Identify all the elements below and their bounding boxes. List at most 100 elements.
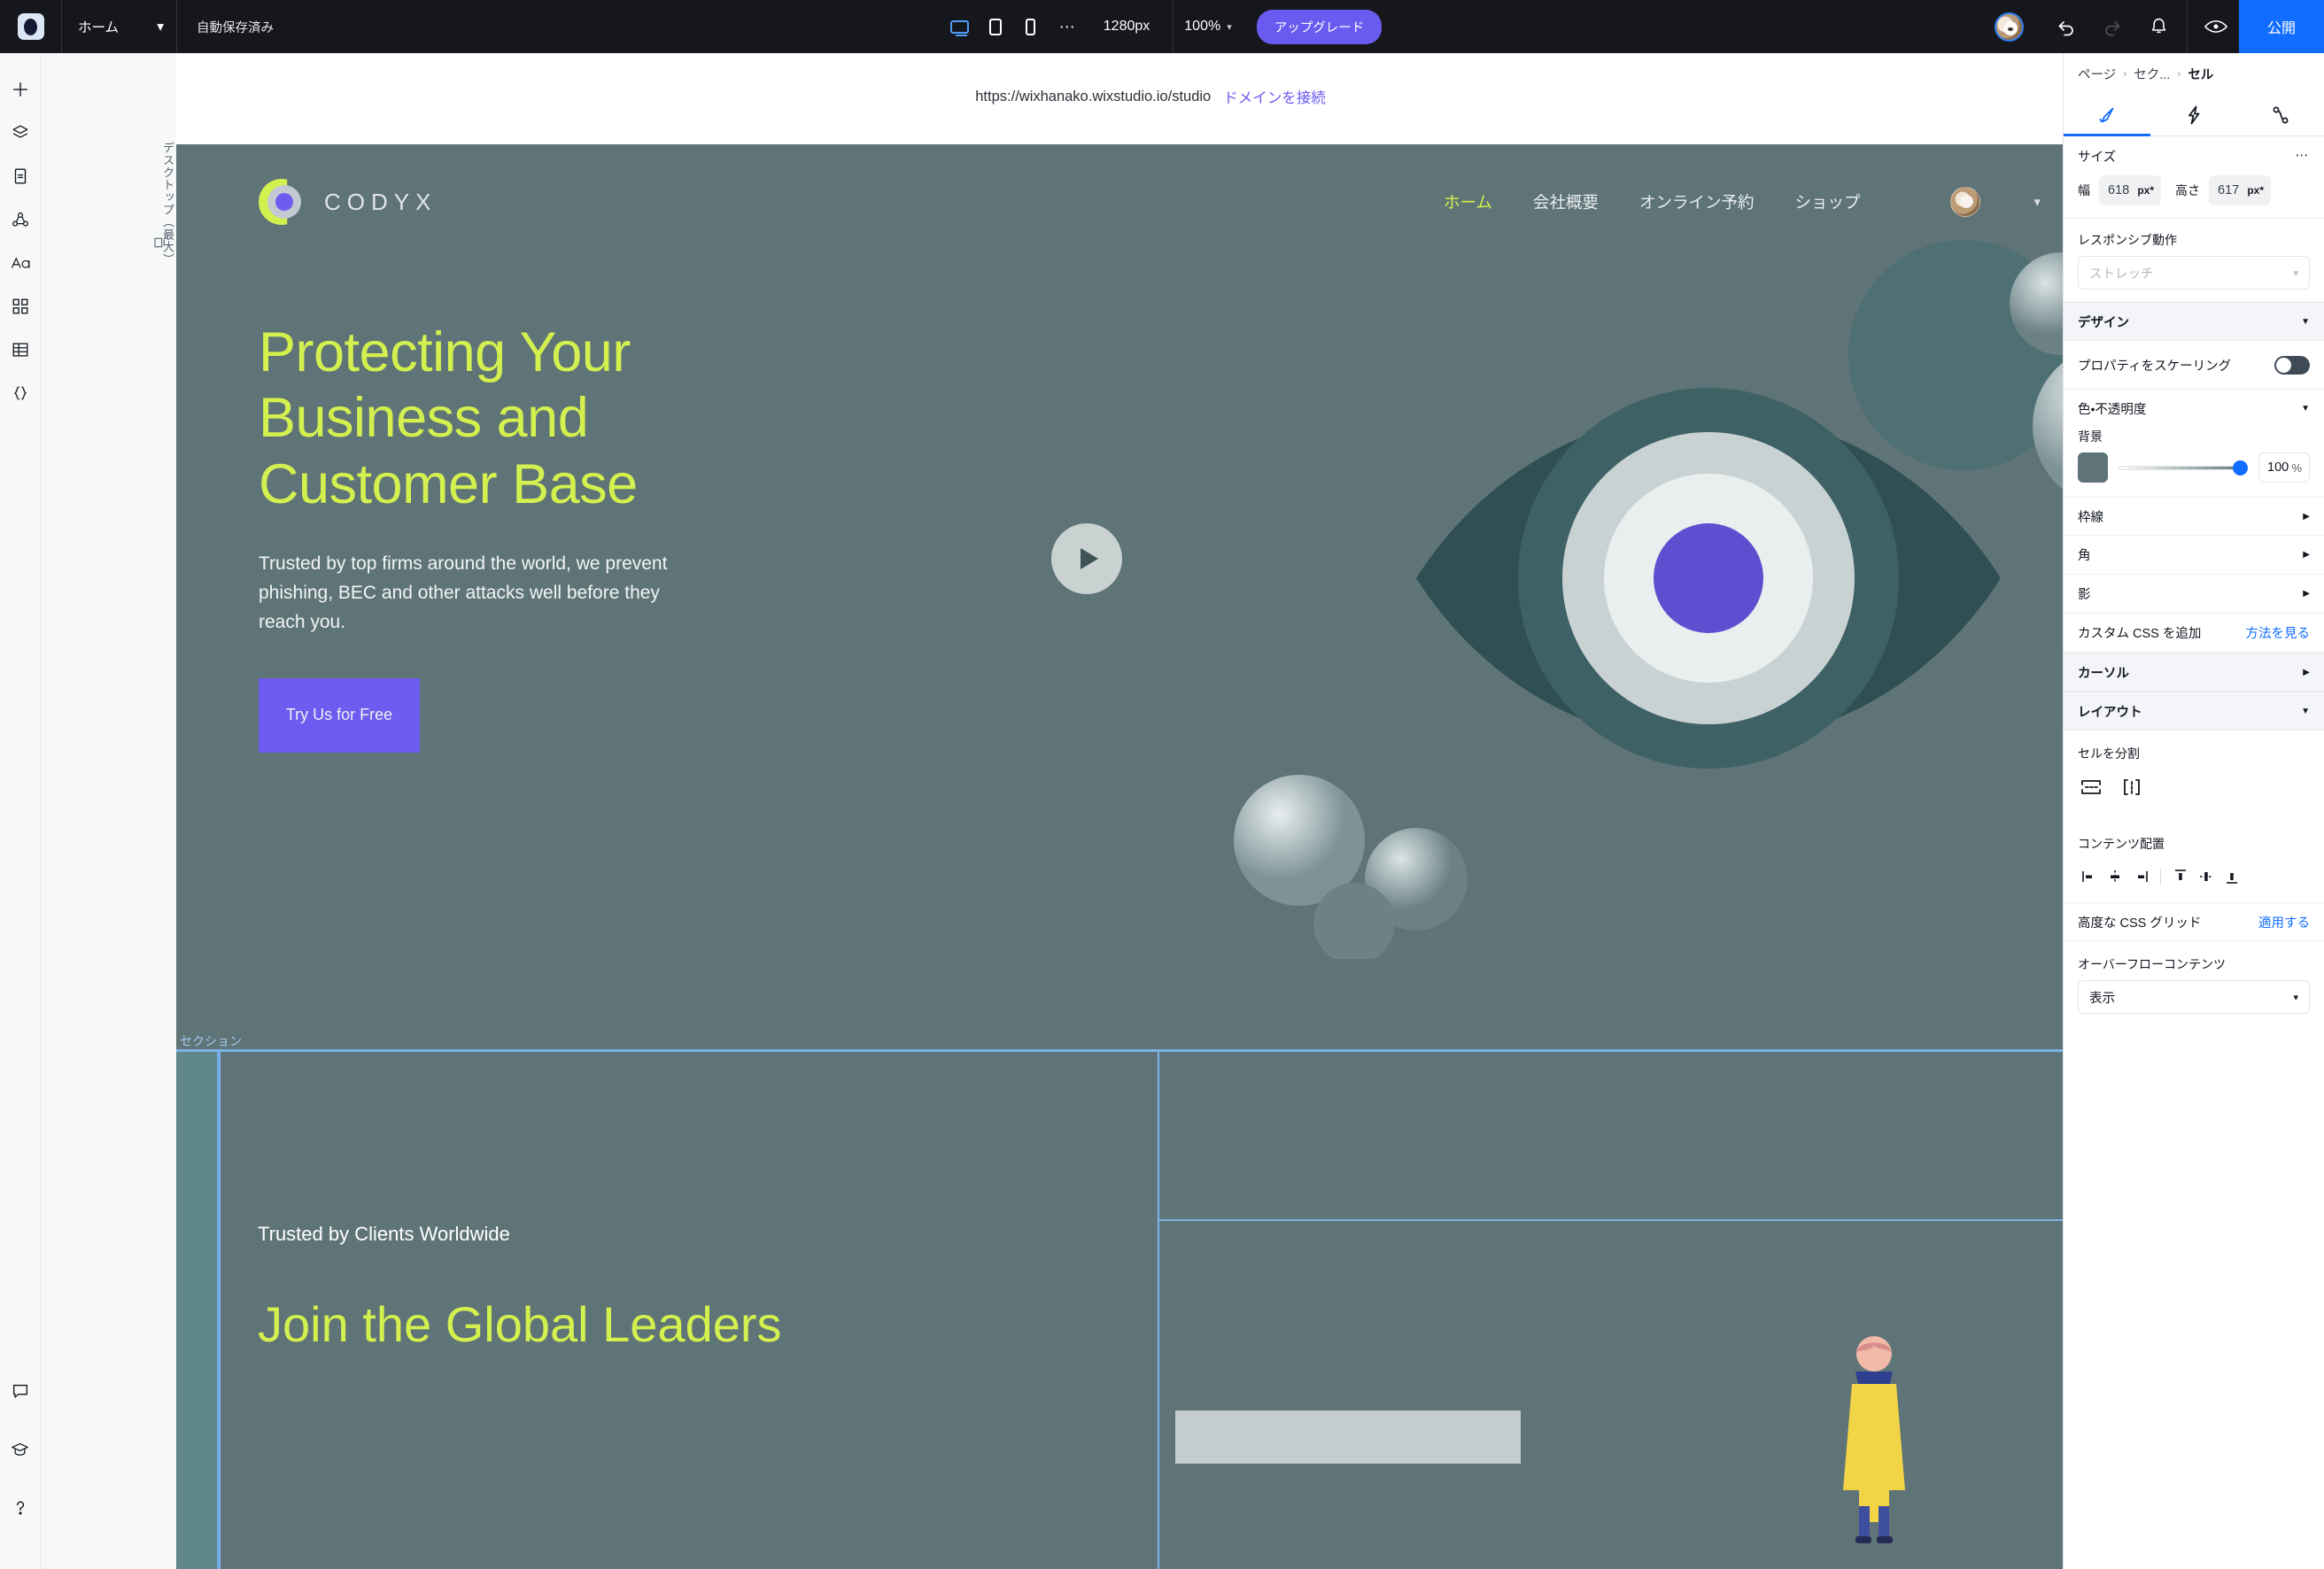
tab-interactions[interactable]	[2150, 94, 2237, 135]
align-left-button[interactable]	[2078, 865, 2101, 888]
sidebar-item-dev-mode[interactable]	[0, 376, 41, 410]
sidebar-item-academy[interactable]	[0, 1433, 41, 1466]
align-right-button[interactable]	[2129, 865, 2152, 888]
connect-domain-link[interactable]: ドメインを接続	[1223, 86, 1326, 107]
publish-button[interactable]: 公開	[2239, 0, 2324, 53]
caret-down-icon: ▼	[2301, 404, 2310, 414]
align-top-button[interactable]	[2169, 865, 2192, 888]
cursor-section-title: カーソル	[2078, 666, 2129, 681]
opacity-input[interactable]: 100 %	[2258, 452, 2310, 483]
design-section-title: デザイン	[2078, 315, 2129, 330]
hero-paragraph: Trusted by top firms around the world, w…	[259, 553, 668, 633]
tab-design[interactable]	[2064, 94, 2150, 136]
align-middle-vertical-button[interactable]	[2195, 865, 2218, 888]
lightning-bolt-icon	[2188, 105, 2200, 124]
split-horizontal-button[interactable]	[2078, 775, 2104, 800]
site-menu-item-about[interactable]: 会社概要	[1533, 190, 1599, 213]
opacity-slider-track	[2119, 465, 2248, 470]
split-vertical-icon	[2124, 779, 2140, 795]
chevron-down-icon[interactable]: ▾	[2034, 194, 2041, 210]
toolbar-divider	[2187, 0, 2188, 53]
desktop-view-button[interactable]	[942, 0, 978, 53]
tablet-icon	[988, 18, 1002, 35]
redo-button[interactable]	[2089, 0, 2135, 53]
border-row[interactable]: 枠線 ▶	[2064, 497, 2324, 536]
color-opacity-header[interactable]: 色・不透明度 ▼	[2064, 389, 2324, 428]
table-icon	[12, 343, 27, 357]
wix-studio-logo[interactable]	[0, 0, 62, 53]
width-unit: px*	[2137, 184, 2154, 197]
zoom-selector[interactable]: 100% ▾	[1184, 19, 1231, 35]
grid-apps-icon	[12, 298, 27, 314]
breadcrumb-item-cell[interactable]: セル	[2188, 65, 2213, 83]
nodes-icon	[12, 212, 28, 227]
cursor-section-header[interactable]: カーソル ▶	[2064, 653, 2324, 692]
sidebar-item-pages[interactable]	[0, 159, 41, 193]
height-label: 高さ	[2175, 183, 2200, 197]
caret-right-icon: ▶	[2303, 511, 2310, 522]
site-menu-item-home[interactable]: ホーム	[1444, 190, 1492, 213]
scale-properties-toggle[interactable]	[2274, 355, 2310, 375]
sidebar-item-cms[interactable]	[0, 333, 41, 367]
background-label: 背景	[2078, 429, 2103, 444]
hero-section: Protecting Your Business and Customer Ba…	[176, 259, 2063, 753]
site-url-bar: https://wixhanako.wixstudio.io/studio ドメ…	[176, 53, 2063, 144]
upgrade-button[interactable]: アップグレード	[1256, 9, 1383, 44]
design-section-header[interactable]: デザイン ▼	[2064, 302, 2324, 341]
height-input[interactable]: 617 px*	[2209, 175, 2271, 205]
breadcrumb-item-page[interactable]: ページ	[2078, 65, 2116, 83]
page-selector[interactable]: ホーム ▾	[62, 0, 177, 53]
size-fields: 幅 618 px* 高さ 617 px*	[2064, 175, 2324, 218]
site-menu-item-shop[interactable]: ショップ	[1794, 190, 1860, 213]
viewport-controls: ⋯ 1280px 100% ▾ アップグレード	[0, 0, 2324, 53]
shadow-row[interactable]: 影 ▶	[2064, 575, 2324, 614]
caret-right-icon: ▶	[2303, 550, 2310, 560]
sidebar-item-add-element[interactable]	[0, 73, 41, 106]
paintbrush-icon	[2099, 107, 2114, 122]
overflow-select[interactable]: 表示 ▾	[2078, 980, 2310, 1014]
site-menu-item-booking[interactable]: オンライン予約	[1639, 190, 1755, 213]
responsive-behavior-select[interactable]: ストレッチ ▾	[2078, 256, 2310, 290]
layout-section-header[interactable]: レイアウト ▼	[2064, 692, 2324, 730]
align-center-horizontal-button[interactable]	[2103, 865, 2126, 888]
sidebar-item-comments[interactable]	[0, 1374, 41, 1408]
css-grid-label: 高度な CSS グリッド	[2078, 916, 2202, 931]
site-logo[interactable]: CODYX	[259, 179, 437, 225]
opacity-slider[interactable]	[2119, 459, 2248, 476]
tab-css[interactable]	[2237, 94, 2324, 135]
phone-icon	[1026, 18, 1036, 35]
sidebar-item-apps[interactable]	[0, 290, 41, 323]
caret-right-icon: ▶	[2303, 667, 2310, 677]
tablet-view-button[interactable]	[978, 0, 1013, 53]
opacity-slider-knob[interactable]	[2233, 460, 2248, 475]
css-grid-row: 高度な CSS グリッド 適用する	[2064, 902, 2324, 941]
more-breakpoints-button[interactable]: ⋯	[1049, 0, 1088, 53]
align-bottom-button[interactable]	[2220, 865, 2243, 888]
split-vertical-button[interactable]	[2119, 775, 2145, 800]
ellipsis-icon[interactable]: ⋯	[2296, 149, 2311, 163]
corners-row[interactable]: 角 ▶	[2064, 536, 2324, 575]
align-left-icon	[2082, 871, 2092, 882]
scale-properties-label: プロパティをスケーリング	[2078, 359, 2232, 374]
play-video-button[interactable]	[1051, 523, 1122, 594]
sidebar-item-site-structure[interactable]	[0, 203, 41, 236]
width-input[interactable]: 618 px*	[2099, 175, 2161, 205]
sidebar-item-text-theme[interactable]	[0, 246, 41, 280]
hero-cta-button[interactable]: Try Us for Free	[259, 677, 420, 753]
breadcrumb-item-section[interactable]: セク...	[2134, 65, 2170, 83]
responsive-behavior-group: レスポンシブ動作 ストレッチ ▾	[2064, 218, 2324, 290]
undo-button[interactable]	[2043, 0, 2089, 53]
member-avatar[interactable]	[1950, 187, 1981, 217]
sidebar-item-help[interactable]	[0, 1491, 41, 1525]
preview-button[interactable]	[2193, 0, 2239, 53]
avatar[interactable]	[1995, 12, 2024, 42]
align-right-icon	[2138, 871, 2148, 882]
css-grid-link[interactable]: 適用する	[2258, 913, 2310, 931]
mobile-view-button[interactable]	[1013, 0, 1049, 53]
height-value: 617	[2218, 183, 2240, 197]
caret-right-icon: ▶	[2303, 589, 2310, 599]
sidebar-item-layers[interactable]	[0, 116, 41, 150]
custom-css-link[interactable]: 方法を見る	[2246, 623, 2311, 642]
notifications-button[interactable]	[2135, 0, 2181, 53]
background-color-swatch[interactable]	[2078, 452, 2108, 483]
